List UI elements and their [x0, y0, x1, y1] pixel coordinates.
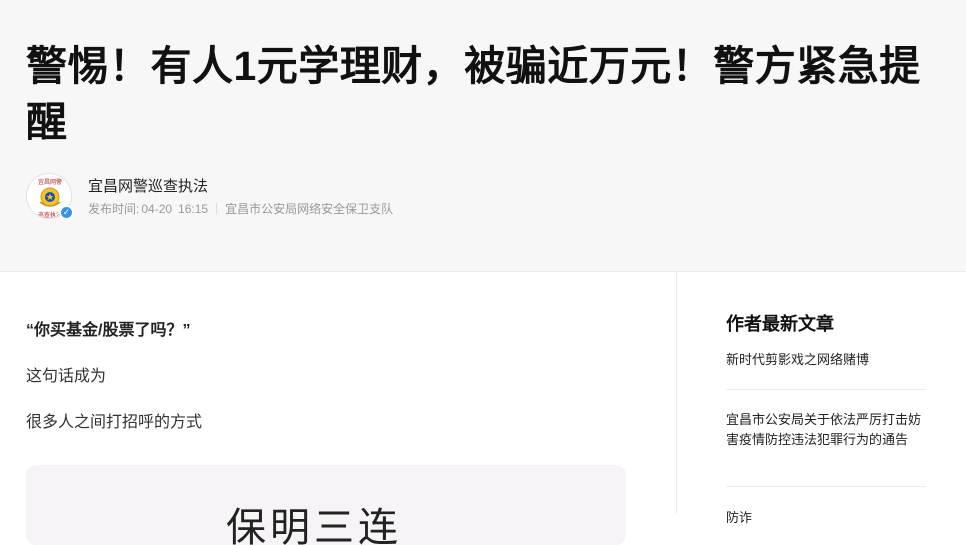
- sidebar-article-link[interactable]: 新时代剪影戏之网络赌博: [726, 350, 926, 370]
- author-organization: 宜昌市公安局网络安全保卫支队: [225, 202, 394, 216]
- article-image-text: 保明三连: [226, 505, 402, 545]
- author-latest-articles: 作者最新文章 新时代剪影戏之网络赌博 宜昌市公安局关于依法严厉打击妨害疫情防控违…: [726, 272, 926, 525]
- avatar-text-top: 宜昌网警: [38, 178, 62, 186]
- column-divider: [676, 272, 677, 514]
- article-paragraph: 这句话成为: [26, 368, 107, 385]
- verified-check-icon: ✓: [59, 205, 74, 220]
- publish-time: 16:15: [178, 201, 209, 216]
- sidebar-divider: [726, 486, 926, 487]
- meta-divider: [216, 203, 218, 214]
- article-paragraph: 很多人之间打招呼的方式: [26, 414, 203, 431]
- sidebar-article-link[interactable]: 防诈: [726, 508, 926, 528]
- publish-date: 04-20: [141, 201, 173, 216]
- sidebar-title: 作者最新文章: [726, 314, 834, 334]
- article-body: “你买基金/股票了吗？” 这句话成为 很多人之间打招呼的方式 保明三连: [26, 272, 666, 545]
- article-meta: 发布时间: 04-20 16:15 宜昌市公安局网络安全保卫支队: [88, 200, 393, 217]
- author-name[interactable]: 宜昌网警巡查执法: [88, 175, 208, 196]
- sidebar-article-link[interactable]: 宜昌市公安局关于依法严厉打击妨害疫情防控违法犯罪行为的通告: [726, 410, 926, 450]
- article-image: 保明三连: [26, 465, 626, 545]
- article-header: 警惕！有人1元学理财，被骗近万元！警方紧急提醒 宜昌网警 巡查执法 ✓ 宜昌网警…: [0, 0, 966, 272]
- article-title: 警惕！有人1元学理财，被骗近万元！警方紧急提醒: [26, 43, 921, 145]
- article-quote: “你买基金/股票了吗？”: [26, 322, 191, 339]
- publish-label: 发布时间:: [88, 202, 140, 216]
- sidebar-divider: [726, 389, 926, 390]
